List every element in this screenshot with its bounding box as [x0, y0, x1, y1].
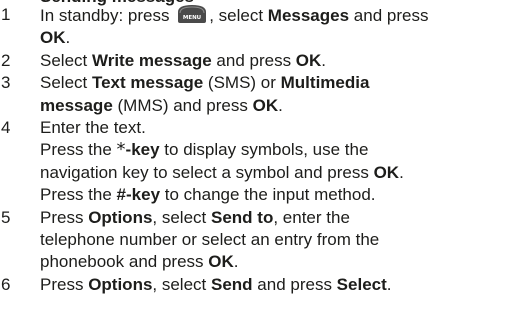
- step-3: 3 Select Text message (SMS) or Multimedi…: [0, 72, 527, 117]
- step-6: 6 Press Options, select Send and press S…: [0, 274, 527, 296]
- star-key-icon: *: [116, 139, 126, 161]
- step-4: 4 Enter the text. Press the *-key to dis…: [0, 117, 527, 207]
- step-text: Select Write message and press OK.: [40, 50, 327, 70]
- step-1: 1 In standby: press MENU , select Messag…: [0, 4, 527, 50]
- step-text: Enter the text. Press the *-key to displ…: [40, 118, 404, 205]
- step-number: 2: [1, 50, 11, 70]
- step-number: 6: [1, 274, 11, 294]
- step-text: In standby: press MENU , select Messages…: [40, 4, 429, 48]
- step-number: 1: [1, 5, 11, 24]
- step-text: Press Options, select Send to, enter the…: [40, 207, 380, 272]
- menu-key-icon: MENU: [177, 4, 207, 24]
- step-number: 3: [1, 73, 11, 93]
- step-number: 4: [1, 118, 11, 138]
- step-2: 2 Select Write message and press OK.: [0, 50, 527, 72]
- step-number: 5: [1, 207, 11, 227]
- step-5: 5 Press Options, select Send to, enter t…: [0, 207, 527, 274]
- step-text: Select Text message (SMS) or Multimedia …: [40, 73, 370, 115]
- svg-text:MENU: MENU: [183, 15, 201, 21]
- instruction-steps: 1 In standby: press MENU , select Messag…: [0, 4, 527, 296]
- step-text: Press Options, select Send and press Sel…: [40, 274, 392, 294]
